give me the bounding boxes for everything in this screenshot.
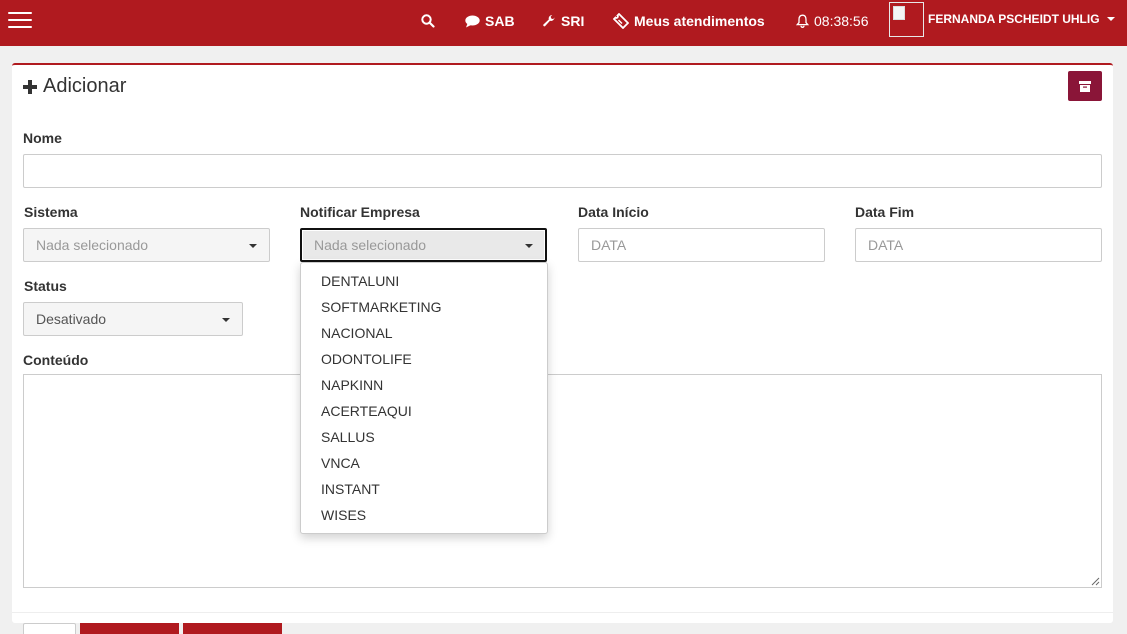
data-fim-label: Data Fim xyxy=(855,204,915,220)
dropdown-option[interactable]: NAPKINN xyxy=(321,377,383,393)
dropdown-option[interactable]: WISES xyxy=(321,507,366,523)
comment-icon xyxy=(465,15,480,27)
data-fim-input[interactable]: DATA xyxy=(855,228,1102,262)
notificar-empresa-dropdown: DENTALUNI SOFTMARKETING NACIONAL ODONTOL… xyxy=(300,262,548,534)
chevron-down-icon xyxy=(1106,17,1115,21)
data-inicio-label: Data Início xyxy=(578,204,649,220)
notificar-empresa-select[interactable]: Nada selecionado xyxy=(300,228,547,262)
conteudo-textarea[interactable] xyxy=(23,374,1102,588)
avatar[interactable] xyxy=(889,2,924,37)
sab-link[interactable]: SAB xyxy=(465,0,515,42)
search-icon xyxy=(421,14,435,28)
dropdown-option[interactable]: ACERTEAQUI xyxy=(321,403,412,419)
ticket-icon xyxy=(613,13,629,29)
archive-button[interactable] xyxy=(1068,71,1102,101)
sri-link[interactable]: SRI xyxy=(542,0,584,42)
footer-button[interactable] xyxy=(183,623,282,634)
page-title-text: Adicionar xyxy=(43,75,127,97)
panel-footer-divider xyxy=(12,612,1113,613)
resize-handle-icon[interactable] xyxy=(1090,576,1100,586)
user-name-label: FERNANDA PSCHEIDT UHLIG xyxy=(928,12,1100,26)
meus-atendimentos-link[interactable]: Meus atendimentos xyxy=(613,0,765,42)
page-title: Adicionar xyxy=(22,75,126,98)
notificar-empresa-select-value: Nada selecionado xyxy=(314,237,427,253)
dropdown-option[interactable]: NACIONAL xyxy=(321,325,393,341)
dropdown-option[interactable]: SALLUS xyxy=(321,429,375,445)
bell-icon xyxy=(796,14,809,28)
dropdown-option[interactable]: ODONTOLIFE xyxy=(321,351,412,367)
archive-icon xyxy=(1079,80,1091,92)
data-inicio-input[interactable]: DATA xyxy=(578,228,825,262)
broken-image-icon xyxy=(893,6,905,20)
nome-input[interactable] xyxy=(23,154,1102,188)
plus-icon xyxy=(23,79,37,94)
sab-label: SAB xyxy=(485,13,515,29)
sistema-select-value: Nada selecionado xyxy=(36,237,149,253)
data-inicio-placeholder: DATA xyxy=(591,237,627,253)
footer-button[interactable] xyxy=(80,623,179,634)
sri-label: SRI xyxy=(561,13,585,29)
hamburger-icon[interactable] xyxy=(8,12,32,32)
clock-display: 08:38:56 xyxy=(796,0,869,42)
dropdown-option[interactable]: VNCA xyxy=(321,455,360,471)
dropdown-option[interactable]: DENTALUNI xyxy=(321,273,399,289)
footer-button[interactable] xyxy=(23,623,76,634)
search-button[interactable] xyxy=(421,0,440,42)
data-fim-placeholder: DATA xyxy=(868,237,904,253)
chevron-down-icon xyxy=(222,318,230,322)
sistema-select[interactable]: Nada selecionado xyxy=(23,228,270,262)
chevron-down-icon xyxy=(525,244,533,248)
user-menu[interactable]: FERNANDA PSCHEIDT UHLIG xyxy=(928,0,1115,38)
meus-atendimentos-label: Meus atendimentos xyxy=(634,13,765,29)
wrench-icon xyxy=(543,14,555,27)
status-label: Status xyxy=(24,278,67,294)
dropdown-option[interactable]: INSTANT xyxy=(321,481,380,497)
chevron-down-icon xyxy=(249,244,257,248)
status-select[interactable]: Desativado xyxy=(23,302,243,336)
add-panel: Adicionar Nome Sistema Notificar Empresa… xyxy=(12,63,1113,623)
conteudo-label: Conteúdo xyxy=(23,352,89,368)
sistema-label: Sistema xyxy=(24,204,78,220)
notificar-empresa-label: Notificar Empresa xyxy=(300,204,420,220)
clock-time: 08:38:56 xyxy=(814,13,869,29)
dropdown-option[interactable]: SOFTMARKETING xyxy=(321,299,442,315)
nome-label: Nome xyxy=(23,130,62,146)
top-navbar: SAB SRI Meus atendimentos 08:38:56 FERNA… xyxy=(0,0,1127,46)
status-select-value: Desativado xyxy=(36,311,107,327)
